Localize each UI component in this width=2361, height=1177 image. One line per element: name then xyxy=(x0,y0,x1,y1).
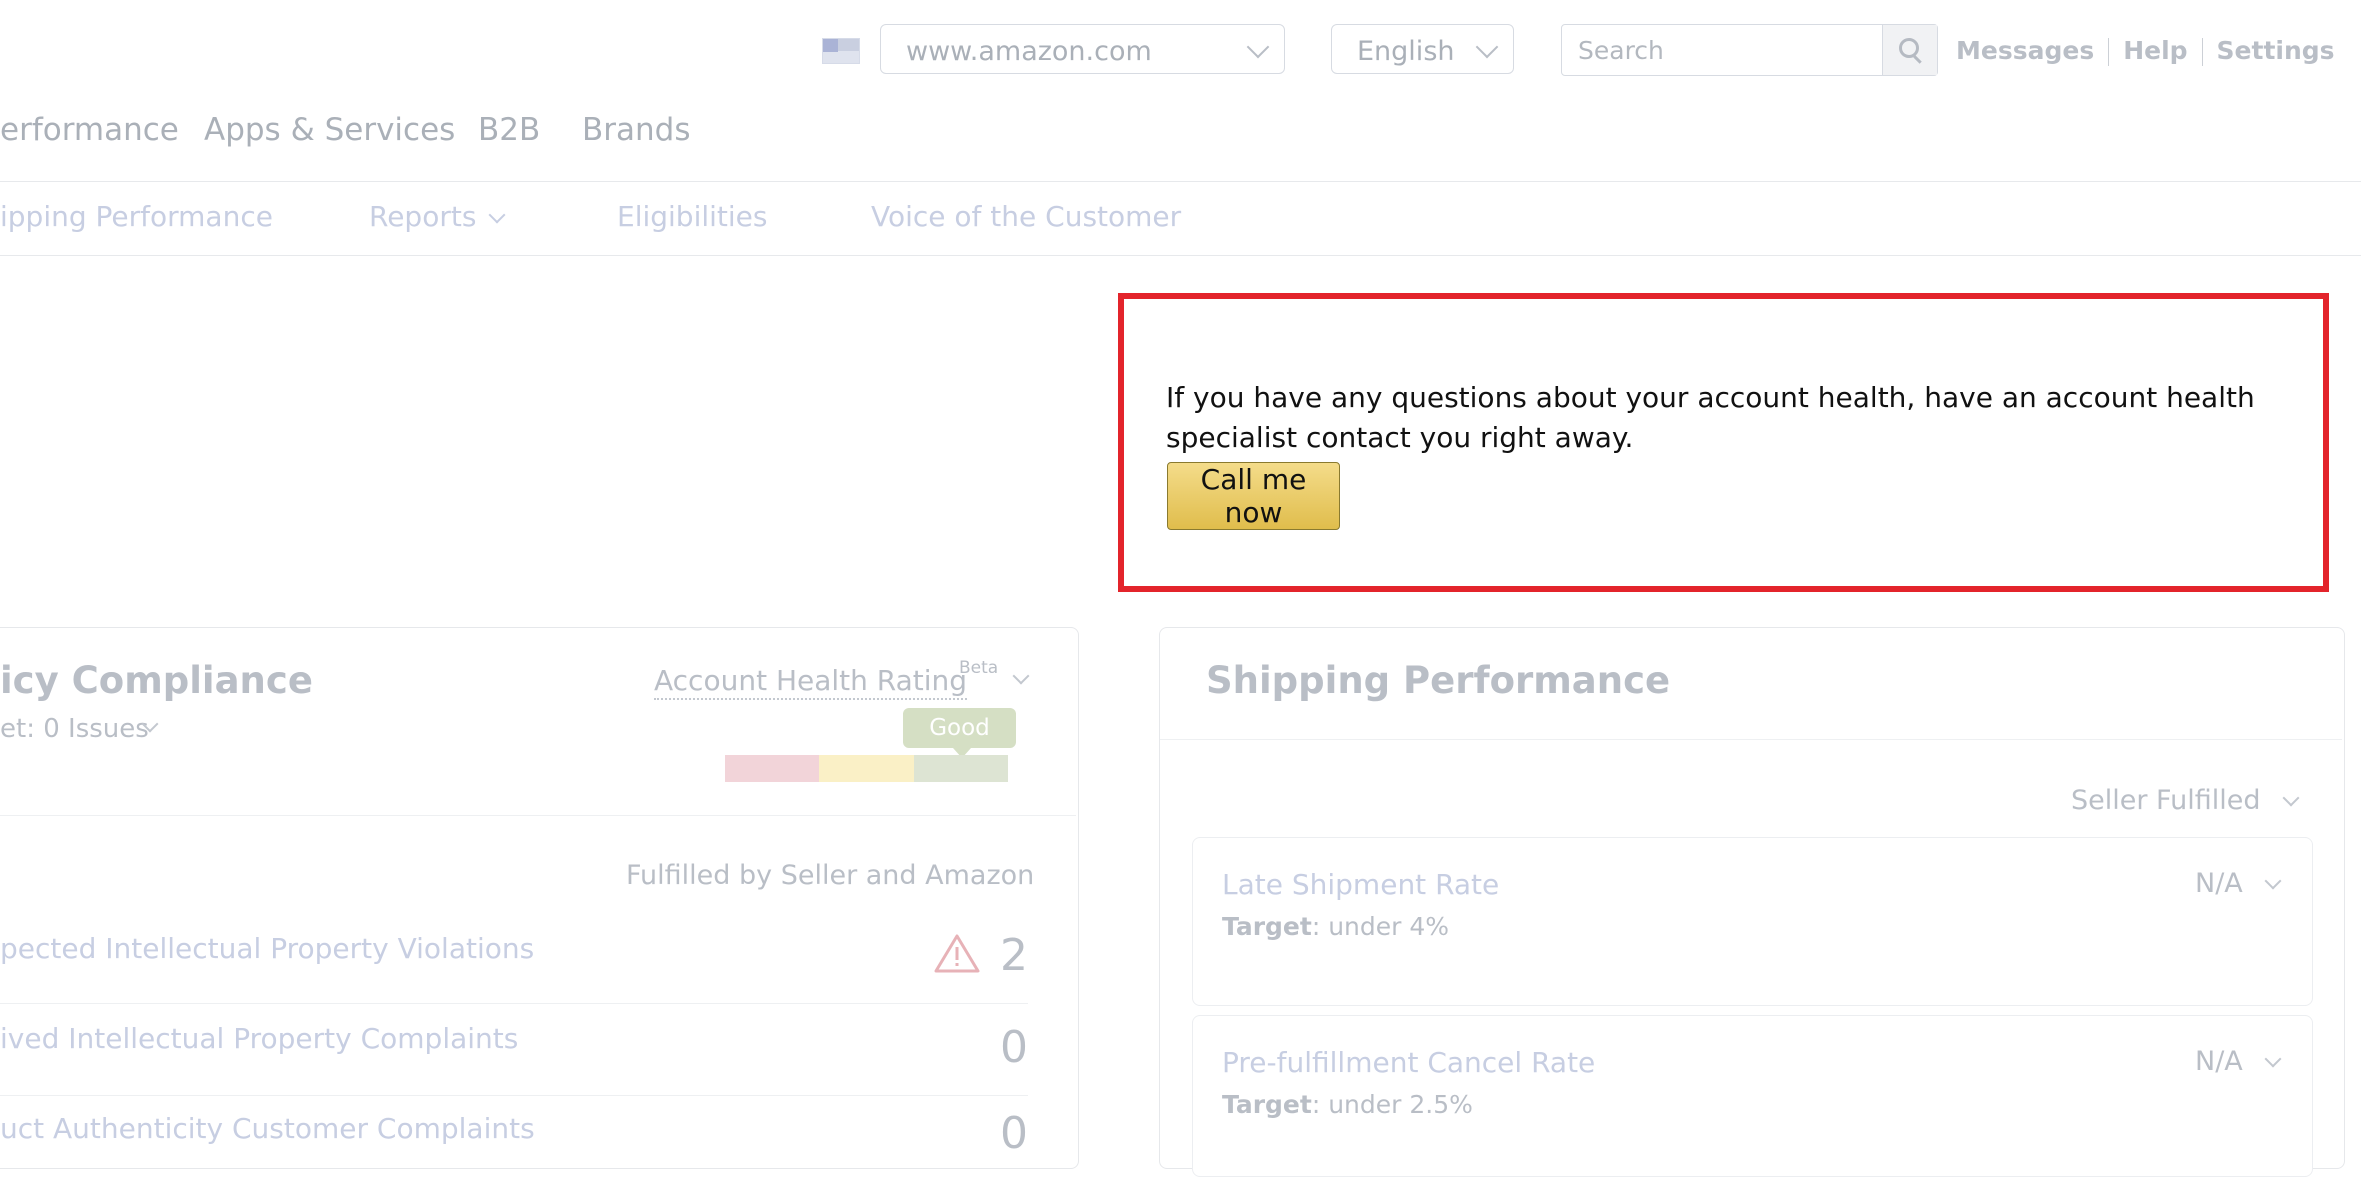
health-rating-bar xyxy=(725,755,1008,782)
callout-message: If you have any questions about your acc… xyxy=(1166,381,2255,454)
metric-name: Pre-fulfillment Cancel Rate xyxy=(1222,1046,1596,1079)
search-icon xyxy=(1899,38,1919,58)
row-divider xyxy=(0,1095,1028,1096)
row-divider xyxy=(0,1003,1028,1004)
subnav-reports[interactable]: Reports xyxy=(369,200,476,233)
shipping-card-title: Shipping Performance xyxy=(1206,659,1671,702)
rating-good-badge: Good xyxy=(903,708,1016,758)
rating-segment-fair xyxy=(819,755,914,782)
policy-row-label[interactable]: ived Intellectual Property Complaints xyxy=(0,1022,518,1055)
language-value: English xyxy=(1357,36,1455,67)
account-health-rating-label[interactable]: Account Health Rating xyxy=(654,664,968,700)
warning-icon xyxy=(934,934,980,973)
marketplace-value: www.amazon.com xyxy=(906,36,1152,67)
nav-apps-services[interactable]: Apps & Services xyxy=(204,112,455,148)
metric-value: N/A xyxy=(2195,868,2243,899)
subnav-shipping-performance[interactable]: ipping Performance xyxy=(0,200,273,233)
policy-card-title: icy Compliance xyxy=(0,659,313,702)
rating-segment-good xyxy=(914,755,1008,782)
chevron-down-icon xyxy=(1246,35,1270,59)
seller-fulfilled-filter[interactable]: Seller Fulfilled xyxy=(2071,785,2260,816)
marketplace-select[interactable]: www.amazon.com xyxy=(880,24,1285,74)
metric-name: Late Shipment Rate xyxy=(1222,868,1500,901)
policy-row-label[interactable]: uct Authenticity Customer Complaints xyxy=(0,1112,535,1145)
search-box xyxy=(1561,24,1938,76)
chevron-down-icon xyxy=(1475,35,1499,59)
search-button[interactable] xyxy=(1882,25,1937,75)
metric-target-label: Target xyxy=(1222,912,1312,941)
messages-link[interactable]: Messages xyxy=(1956,36,2094,65)
nav-brands[interactable]: Brands xyxy=(582,112,691,148)
chevron-down-icon xyxy=(488,206,506,224)
beta-label: Beta xyxy=(959,658,999,678)
card-divider xyxy=(0,815,1076,816)
search-input[interactable] xyxy=(1562,25,1882,75)
metric-target-label: Target xyxy=(1222,1090,1312,1119)
subnav-voice-of-customer[interactable]: Voice of the Customer xyxy=(871,200,1181,233)
policy-row-value: 2 xyxy=(1000,930,1028,981)
language-select[interactable]: English xyxy=(1331,24,1514,74)
metric-value: N/A xyxy=(2195,1046,2243,1077)
rating-segment-poor xyxy=(725,755,819,782)
settings-link[interactable]: Settings xyxy=(2217,36,2335,65)
metric-target: : under 4% xyxy=(1311,912,1450,941)
card-divider xyxy=(1160,739,2342,740)
subnav-eligibilities[interactable]: Eligibilities xyxy=(617,200,768,233)
nav-performance[interactable]: erformance xyxy=(0,112,179,148)
metric-target: : under 2.5% xyxy=(1311,1090,1473,1119)
policy-target[interactable]: et: 0 Issues xyxy=(0,714,149,744)
subnav-divider xyxy=(0,255,2361,256)
top-links: Messages Help Settings xyxy=(1956,36,2335,66)
policy-row-label[interactable]: pected Intellectual Property Violations xyxy=(0,932,534,965)
link-separator xyxy=(2201,38,2203,66)
us-flag-icon xyxy=(822,38,860,64)
nav-b2b[interactable]: B2B xyxy=(478,112,540,148)
fulfilled-label: Fulfilled by Seller and Amazon xyxy=(626,860,1035,891)
call-me-now-button[interactable]: Call me now xyxy=(1167,462,1340,530)
link-separator xyxy=(2108,38,2110,66)
policy-row-value: 0 xyxy=(1000,1022,1028,1073)
account-health-callout: If you have any questions about your acc… xyxy=(1118,293,2329,592)
nav-divider xyxy=(0,181,2361,182)
help-link[interactable]: Help xyxy=(2123,36,2187,65)
